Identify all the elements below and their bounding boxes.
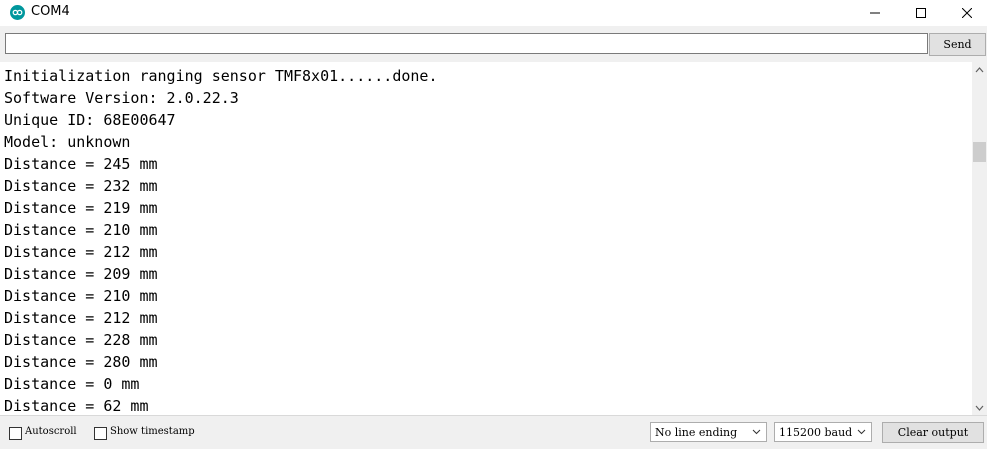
send-button-label: Send <box>943 38 972 51</box>
output-line: Software Version: 2.0.22.3 <box>4 89 239 107</box>
clear-output-button[interactable]: Clear output <box>882 422 984 443</box>
output-line: Unique ID: 68E00647 <box>4 111 176 129</box>
arduino-infinity-icon <box>10 5 25 20</box>
scroll-down-arrow-icon[interactable] <box>972 400 987 415</box>
output-line: Distance = 210 mm <box>4 287 158 305</box>
maximize-icon <box>916 8 926 18</box>
output-line: Distance = 228 mm <box>4 331 158 349</box>
output-line: Model: unknown <box>4 133 131 151</box>
chevron-down-icon <box>752 429 761 435</box>
output-line: Distance = 212 mm <box>4 243 158 261</box>
scroll-up-arrow-icon[interactable] <box>972 62 987 77</box>
output-line: Initialization ranging sensor TMF8x01...… <box>4 67 438 85</box>
line-ending-value: No line ending <box>655 425 738 439</box>
output-line: Distance = 280 mm <box>4 353 158 371</box>
close-button[interactable] <box>944 0 987 26</box>
send-input[interactable] <box>5 33 928 54</box>
clear-output-label: Clear output <box>897 426 969 439</box>
line-ending-select[interactable]: No line ending <box>650 422 767 442</box>
show-timestamp-checkbox[interactable] <box>94 427 107 440</box>
output-scrollbar[interactable] <box>972 62 987 415</box>
baud-rate-select[interactable]: 115200 baud <box>774 422 872 442</box>
autoscroll-checkbox[interactable] <box>9 427 22 440</box>
status-bar: Autoscroll Show timestamp No line ending… <box>0 415 987 449</box>
output-line: Distance = 0 mm <box>4 375 140 393</box>
maximize-button[interactable] <box>898 0 944 26</box>
output-line: Distance = 245 mm <box>4 155 158 173</box>
output-line: Distance = 62 mm <box>4 397 149 415</box>
close-icon <box>962 8 972 18</box>
serial-output[interactable]: Initialization ranging sensor TMF8x01...… <box>0 62 972 415</box>
scrollbar-thumb[interactable] <box>973 142 986 162</box>
output-line: Distance = 210 mm <box>4 221 158 239</box>
title-bar: COM4 <box>0 0 987 26</box>
output-line: Distance = 209 mm <box>4 265 158 283</box>
window-title: COM4 <box>31 4 70 19</box>
minimize-button[interactable] <box>852 0 898 26</box>
send-toolbar: Send <box>0 26 987 63</box>
output-line: Distance = 219 mm <box>4 199 158 217</box>
autoscroll-label: Autoscroll <box>25 426 77 437</box>
output-line: Distance = 212 mm <box>4 309 158 327</box>
send-button[interactable]: Send <box>929 33 986 56</box>
baud-rate-value: 115200 baud <box>779 425 853 439</box>
chevron-down-icon <box>857 429 866 435</box>
output-line: Distance = 232 mm <box>4 177 158 195</box>
show-timestamp-label: Show timestamp <box>110 426 195 437</box>
minimize-icon <box>870 12 880 14</box>
